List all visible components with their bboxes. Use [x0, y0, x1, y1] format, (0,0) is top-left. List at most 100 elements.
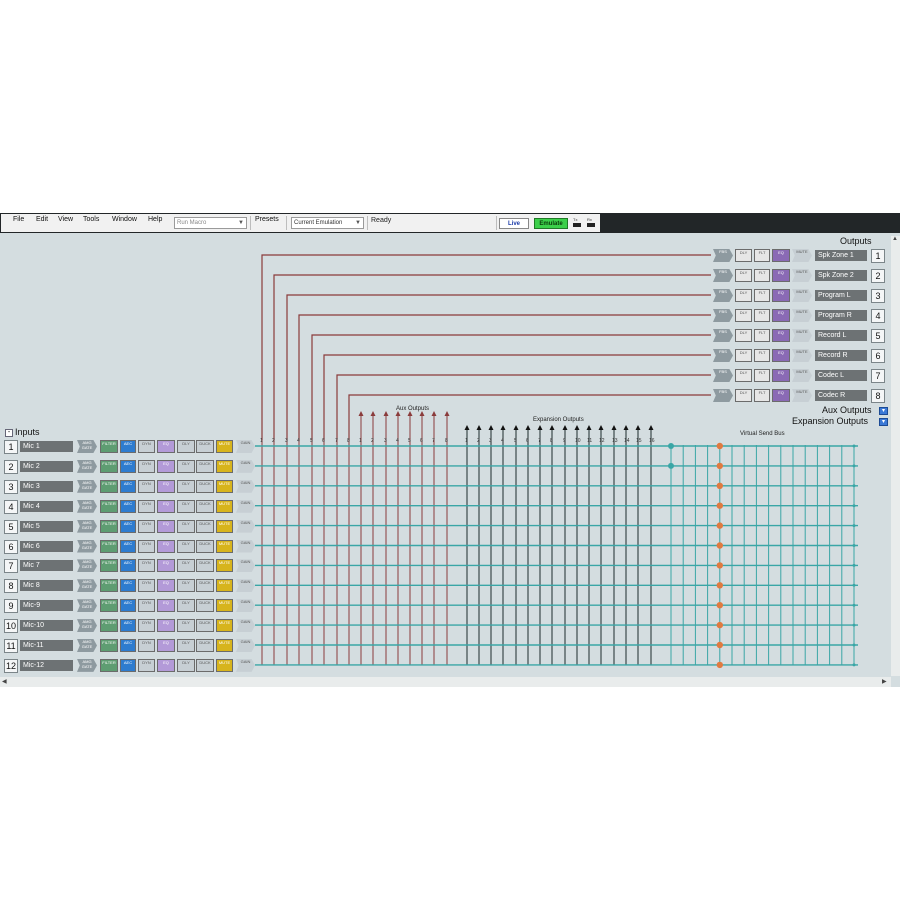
input-dsp-block[interactable]: FILTER	[100, 559, 118, 573]
input-dsp-block[interactable]: DYN	[138, 499, 155, 513]
input-dsp-block[interactable]: AMG GATE	[77, 539, 97, 553]
input-dsp-block[interactable]: DLY	[177, 539, 195, 553]
input-dsp-block[interactable]: DLY	[177, 459, 195, 473]
input-dsp-block[interactable]: AMG GATE	[77, 579, 97, 593]
output-dsp-block[interactable]: EQ	[772, 249, 790, 262]
input-dsp-block[interactable]: EQ	[157, 440, 175, 453]
scroll-up-icon[interactable]: ▲	[892, 236, 898, 242]
input-dsp-block[interactable]: AEC	[120, 539, 136, 553]
input-dsp-block[interactable]: GAIN	[236, 539, 255, 553]
output-dsp-block[interactable]: FBS	[713, 329, 733, 342]
output-row-label[interactable]: Codec R	[815, 390, 867, 401]
input-dsp-block[interactable]: GAIN	[236, 519, 255, 533]
input-dsp-block[interactable]: EQ	[157, 579, 175, 593]
input-dsp-block[interactable]: EQ	[157, 559, 175, 573]
input-dsp-block[interactable]: DLY	[177, 499, 195, 513]
input-dsp-block[interactable]: DUCK	[196, 539, 214, 553]
input-dsp-block[interactable]: MUTE	[216, 519, 233, 533]
output-dsp-block[interactable]: MUTE	[792, 249, 812, 262]
input-dsp-block[interactable]: AEC	[120, 499, 136, 513]
input-dsp-block[interactable]: DYN	[138, 539, 155, 553]
input-dsp-block[interactable]: DLY	[177, 559, 195, 573]
input-dsp-block[interactable]: DYN	[138, 639, 155, 652]
input-dsp-block[interactable]: AMG GATE	[77, 499, 97, 513]
output-dsp-block[interactable]: MUTE	[792, 309, 812, 322]
input-dsp-block[interactable]: MUTE	[216, 499, 233, 513]
output-row-label[interactable]: Program L	[815, 290, 867, 301]
input-dsp-block[interactable]: FILTER	[100, 479, 118, 493]
input-dsp-block[interactable]: DYN	[138, 519, 155, 533]
input-dsp-block[interactable]: DYN	[138, 440, 155, 453]
input-dsp-block[interactable]: EQ	[157, 459, 175, 473]
input-dsp-block[interactable]: DUCK	[196, 559, 214, 573]
input-row-label[interactable]: Mic 5	[20, 520, 73, 532]
input-dsp-block[interactable]: DUCK	[196, 619, 214, 633]
output-row-label[interactable]: Codec L	[815, 370, 867, 381]
input-row-label[interactable]: Mic 2	[20, 460, 73, 472]
input-dsp-block[interactable]: GAIN	[236, 499, 255, 513]
input-row-label[interactable]: Mic 8	[20, 580, 73, 592]
input-dsp-block[interactable]: AMG GATE	[77, 459, 97, 473]
input-dsp-block[interactable]: DUCK	[196, 639, 214, 652]
input-dsp-block[interactable]: AMG GATE	[77, 440, 97, 453]
input-dsp-block[interactable]: MUTE	[216, 440, 233, 453]
input-dsp-block[interactable]: EQ	[157, 599, 175, 613]
output-dsp-block[interactable]: FLT	[754, 369, 770, 382]
output-dsp-block[interactable]: DLY	[735, 309, 752, 322]
input-dsp-block[interactable]: FILTER	[100, 440, 118, 453]
input-dsp-block[interactable]: DYN	[138, 619, 155, 633]
input-row-label[interactable]: Mic 4	[20, 500, 73, 512]
input-dsp-block[interactable]: GAIN	[236, 459, 255, 473]
output-row-label[interactable]: Record R	[815, 350, 867, 361]
input-dsp-block[interactable]: DLY	[177, 599, 195, 613]
input-dsp-block[interactable]: FILTER	[100, 519, 118, 533]
input-dsp-block[interactable]: AEC	[120, 579, 136, 593]
output-row-label[interactable]: Spk Zone 2	[815, 270, 867, 281]
output-dsp-block[interactable]: FLT	[754, 309, 770, 322]
output-dsp-block[interactable]: FLT	[754, 349, 770, 362]
input-dsp-block[interactable]: AMG GATE	[77, 479, 97, 493]
input-dsp-block[interactable]: DLY	[177, 619, 195, 633]
output-dsp-block[interactable]: MUTE	[792, 289, 812, 302]
input-row-label[interactable]: Mic-10	[20, 620, 73, 632]
input-row-label[interactable]: Mic-9	[20, 600, 73, 612]
aux-expand-icon[interactable]: ▾	[879, 407, 888, 415]
horizontal-scrollbar[interactable]: ◀ ▶	[0, 677, 891, 687]
input-dsp-block[interactable]: AMG GATE	[77, 658, 97, 672]
input-dsp-block[interactable]: FILTER	[100, 619, 118, 633]
input-dsp-block[interactable]: AEC	[120, 599, 136, 613]
input-dsp-block[interactable]: EQ	[157, 539, 175, 553]
output-dsp-block[interactable]: EQ	[772, 269, 790, 282]
input-dsp-block[interactable]: AEC	[120, 619, 136, 633]
input-dsp-block[interactable]: DLY	[177, 440, 195, 453]
input-dsp-block[interactable]: DLY	[177, 519, 195, 533]
input-dsp-block[interactable]: FILTER	[100, 499, 118, 513]
input-dsp-block[interactable]: AEC	[120, 639, 136, 652]
input-dsp-block[interactable]: DUCK	[196, 479, 214, 493]
input-dsp-block[interactable]: DYN	[138, 599, 155, 613]
vertical-scrollbar[interactable]: ▲	[891, 236, 900, 676]
input-dsp-block[interactable]: FILTER	[100, 539, 118, 553]
input-dsp-block[interactable]: MUTE	[216, 599, 233, 613]
output-dsp-block[interactable]: FLT	[754, 329, 770, 342]
input-dsp-block[interactable]: DUCK	[196, 519, 214, 533]
output-dsp-block[interactable]: DLY	[735, 249, 752, 262]
input-dsp-block[interactable]: EQ	[157, 639, 175, 652]
input-dsp-block[interactable]: AMG GATE	[77, 519, 97, 533]
input-row-label[interactable]: Mic 6	[20, 540, 73, 552]
input-dsp-block[interactable]: DUCK	[196, 599, 214, 613]
output-dsp-block[interactable]: FBS	[713, 289, 733, 302]
output-dsp-block[interactable]: EQ	[772, 329, 790, 342]
output-dsp-block[interactable]: DLY	[735, 389, 752, 402]
input-dsp-block[interactable]: GAIN	[236, 658, 255, 672]
output-row-label[interactable]: Record L	[815, 330, 867, 341]
input-dsp-block[interactable]: AMG GATE	[77, 599, 97, 613]
input-dsp-block[interactable]: AEC	[120, 519, 136, 533]
output-dsp-block[interactable]: DLY	[735, 289, 752, 302]
input-dsp-block[interactable]: DYN	[138, 559, 155, 573]
output-dsp-block[interactable]: MUTE	[792, 349, 812, 362]
input-dsp-block[interactable]: DUCK	[196, 459, 214, 473]
input-row-label[interactable]: Mic-12	[20, 659, 73, 671]
input-dsp-block[interactable]: MUTE	[216, 479, 233, 493]
input-dsp-block[interactable]: DYN	[138, 658, 155, 672]
